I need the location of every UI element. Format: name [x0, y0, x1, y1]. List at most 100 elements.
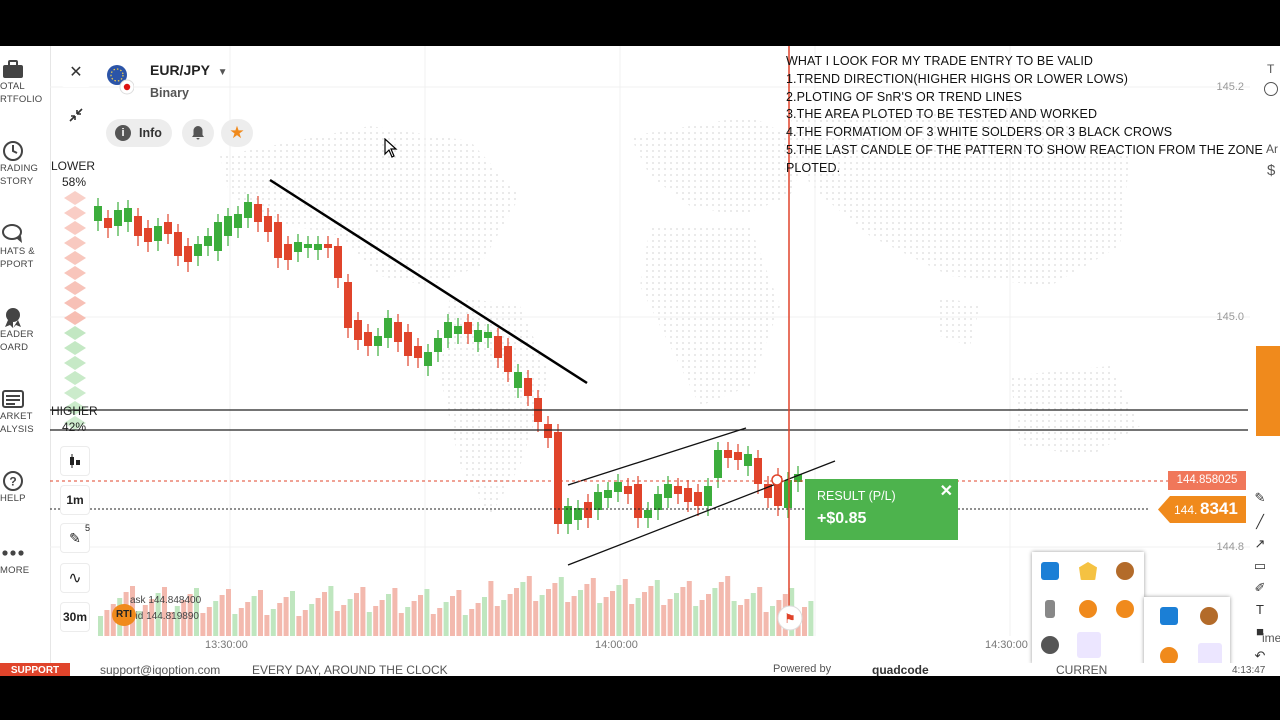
- notifications-button[interactable]: [182, 119, 214, 147]
- result-popup[interactable]: RESULT (P/L) +$0.85 ✕: [805, 479, 958, 540]
- forecast-diamond: [64, 251, 86, 265]
- tray-app-icon[interactable]: [1200, 607, 1218, 625]
- candle-body: [594, 492, 602, 510]
- right-tool-brush[interactable]: ✐: [1252, 580, 1268, 596]
- candle-body: [684, 488, 692, 502]
- candle-body: [124, 208, 132, 222]
- result-value: +$0.85: [817, 510, 867, 527]
- candle-body: [294, 242, 302, 252]
- tray-app-icon[interactable]: [1116, 562, 1134, 580]
- forecast-diamond: [64, 206, 86, 220]
- sidebar-item-trading-history[interactable]: RADING STORY: [0, 140, 50, 188]
- close-result-button[interactable]: ✕: [940, 481, 953, 501]
- lower-label: LOWER: [51, 159, 96, 173]
- tray-usb-icon[interactable]: [1045, 600, 1055, 618]
- volume-bar: [482, 597, 487, 636]
- result-title: RESULT (P/L): [817, 489, 896, 503]
- candle-body: [744, 454, 752, 466]
- star-icon: ★: [229, 123, 245, 142]
- channel-lower-line[interactable]: [567, 460, 836, 566]
- candle-body: [464, 322, 472, 334]
- tray-shield-icon[interactable]: [1160, 607, 1178, 625]
- support-button[interactable]: SUPPORT: [0, 663, 70, 676]
- close-asset-button[interactable]: ✕: [60, 57, 92, 87]
- favorite-button[interactable]: ★: [221, 119, 253, 147]
- y-tick: 145.2: [1216, 81, 1244, 93]
- right-tool-fill[interactable]: ■: [1252, 624, 1268, 640]
- volume-bar: [622, 579, 628, 636]
- tray-search-icon[interactable]: [1079, 600, 1097, 618]
- price-suffix: 8341: [1200, 499, 1238, 518]
- tray-feather-icon[interactable]: [1077, 632, 1101, 658]
- volume-bar: [200, 613, 206, 636]
- candle-body: [314, 244, 322, 250]
- candle-body: [104, 218, 112, 228]
- sidebar-item-leaderboard[interactable]: EADER OARD: [0, 306, 50, 354]
- timeframe-button[interactable]: 1m: [60, 485, 90, 515]
- candle-body: [224, 216, 232, 236]
- period-button[interactable]: 30m: [60, 602, 90, 632]
- forecast-diamond: [64, 191, 86, 205]
- sidebar-item-chats[interactable]: HATS & PPORT: [0, 223, 50, 271]
- volume-bar: [520, 582, 526, 636]
- volume-bar: [277, 603, 283, 636]
- candle-body: [754, 458, 762, 484]
- trade-entry-notes: WHAT I LOOK FOR MY TRADE ENTRY TO BE VAL…: [786, 53, 1276, 178]
- forecast-diamond: [64, 296, 86, 310]
- right-tool-pencil[interactable]: ✎: [1252, 490, 1268, 506]
- asset-selector[interactable]: EUR/JPY ▼: [150, 62, 227, 78]
- candle-body: [474, 330, 482, 342]
- candle-body: [324, 244, 332, 248]
- right-tool-text[interactable]: T: [1252, 602, 1268, 618]
- sidebar-item-market-analysis[interactable]: ARKET ALYSIS: [0, 388, 50, 436]
- drawing-tools-button[interactable]: ✎ 5: [60, 523, 90, 553]
- volume-bar: [232, 614, 238, 636]
- indicators-button[interactable]: ∿: [60, 563, 90, 593]
- volume-bar: [245, 602, 251, 636]
- candle-body: [114, 210, 122, 226]
- sidebar-item-more[interactable]: MORE: [0, 542, 50, 577]
- note-line: 4.THE FORMATIOM OF 3 WHITE SOLDERS OR 3 …: [786, 125, 1173, 140]
- volume-bar: [578, 590, 583, 636]
- candle-body: [184, 246, 192, 262]
- volume-bar: [757, 587, 763, 636]
- price-prefix: 144.: [1174, 503, 1198, 517]
- volume-bar: [411, 601, 417, 636]
- right-tool-rect[interactable]: ▭: [1252, 558, 1268, 574]
- y-tick: 144.8: [1216, 541, 1244, 553]
- right-tool-line[interactable]: ╱: [1252, 514, 1268, 530]
- info-button[interactable]: i Info: [106, 119, 172, 147]
- right-tool-undo[interactable]: ↶: [1252, 648, 1268, 664]
- chart-type-button[interactable]: [60, 446, 90, 476]
- tray-app-icon[interactable]: [1041, 562, 1059, 580]
- volume-bar: [424, 589, 430, 636]
- volume-bar: [405, 607, 411, 636]
- volume-bar: [514, 588, 519, 636]
- info-label: Info: [139, 126, 162, 140]
- sidebar-item-label: HATS & PPORT: [0, 246, 35, 270]
- note-line: 5.THE LAST CANDLE OF THE PATTERN TO SHOW…: [786, 142, 1263, 157]
- volume-bar: [104, 610, 110, 636]
- volume-bar: [808, 601, 814, 636]
- asset-flag-pair: [104, 64, 135, 96]
- note-line: WHAT I LOOK FOR MY TRADE ENTRY TO BE VAL…: [786, 54, 1094, 68]
- sidebar-item-portfolio[interactable]: OTAL RTFOLIO: [0, 58, 50, 106]
- right-tool-arrow[interactable]: ↗: [1252, 536, 1268, 552]
- tray-app-icon[interactable]: [1116, 600, 1134, 618]
- right-side-tab[interactable]: [1256, 346, 1280, 436]
- deal-marker[interactable]: [771, 474, 783, 486]
- volume-bar: [475, 603, 481, 636]
- sidebar-item-help[interactable]: ? HELP: [0, 470, 50, 505]
- tray-camera-icon[interactable]: [1041, 636, 1059, 654]
- collapse-button[interactable]: [60, 100, 92, 130]
- volume-bar: [206, 607, 212, 636]
- tray-shield-icon[interactable]: [1079, 562, 1097, 580]
- forecast-diamond: [64, 281, 86, 295]
- indicator-wave-icon: ∿: [68, 570, 82, 587]
- volume-bar: [430, 614, 436, 636]
- volume-bar: [546, 589, 551, 636]
- support-email[interactable]: support@iqoption.com: [100, 663, 220, 676]
- candle-body: [134, 216, 142, 236]
- briefcase-icon: [3, 60, 23, 78]
- forecast-diamond: [64, 371, 86, 385]
